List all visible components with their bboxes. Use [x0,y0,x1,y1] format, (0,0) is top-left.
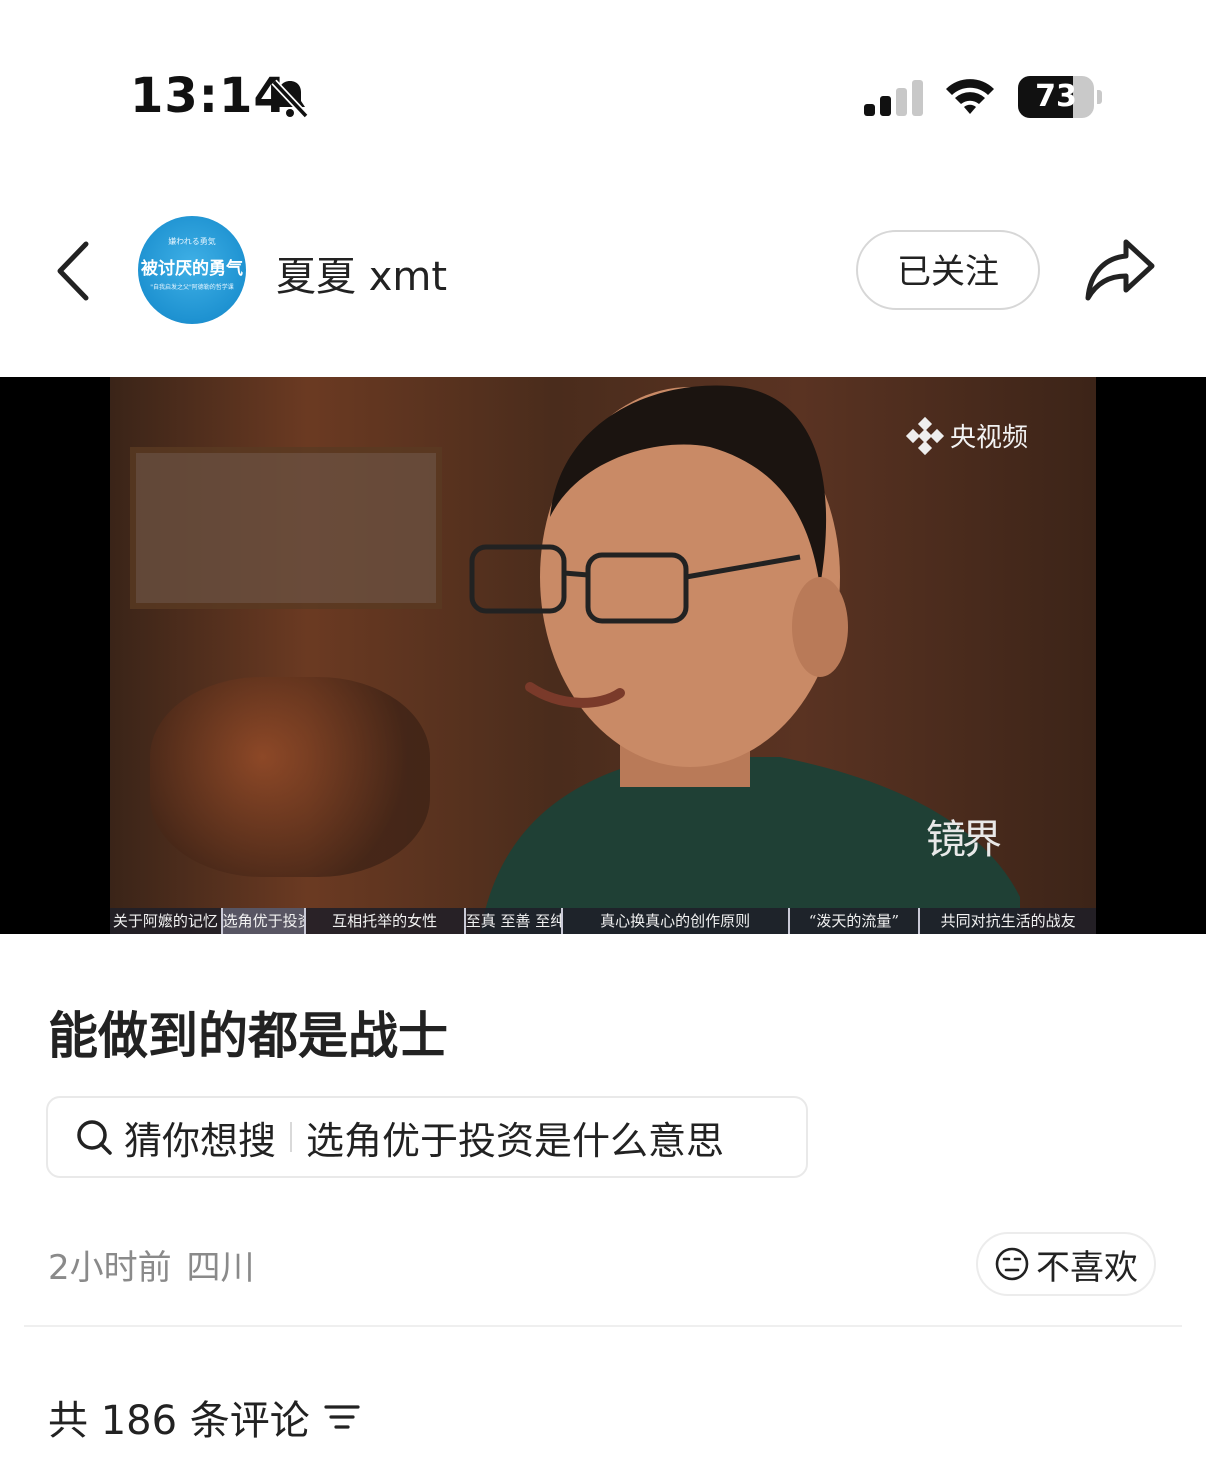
background-decor [150,677,430,877]
chapter-item[interactable]: 至真 至善 至纯 [466,908,563,934]
suggest-divider [290,1122,293,1152]
dislike-label: 不喜欢 [1036,1247,1138,1288]
battery-percent: 73 [1035,79,1077,114]
cctv-video-watermark: 央视频 [905,416,1029,455]
back-chevron-icon[interactable] [50,238,94,304]
video-player[interactable]: 央视频 镜界 关于阿嬷的记忆 选角优于投资 互相托举的女性 至真 至善 至纯 真… [0,377,1206,934]
bell-slash-icon [271,79,309,119]
battery-indicator: 73 [1018,76,1102,118]
post-time: 2小时前 [48,1248,172,1288]
battery-cap [1097,90,1102,104]
video-frame: 央视频 镜界 关于阿嬷的记忆 选角优于投资 互相托举的女性 至真 至善 至纯 真… [110,377,1096,934]
comments-header: 共 186 条评论 [48,1388,362,1446]
comment-count: 共 186 条评论 [48,1398,310,1444]
username[interactable]: 夏夏 xmt [276,244,447,302]
avatar[interactable]: 嫌われる勇気 被讨厌的勇气 "自我启发之父"阿德勒的哲学课 [138,216,246,324]
chapter-item-active[interactable]: 选角优于投资 [222,908,306,934]
post-location: 四川 [186,1248,255,1288]
cellular-signal-icon [864,80,923,116]
watermark-text: 央视频 [950,423,1029,453]
chapter-item[interactable]: 真心换真心的创作原则 [563,908,790,934]
wifi-icon [946,79,994,114]
suggest-query: 选角优于投资是什么意思 [306,1118,725,1163]
suggest-label: 猜你想搜 [124,1118,277,1163]
post-title: 能做到的都是战士 [48,1007,448,1065]
share-arrow-icon[interactable] [1082,234,1156,304]
sort-filter-icon[interactable] [322,1399,362,1435]
chapter-item[interactable]: 互相托举的女性 [306,908,466,934]
watermark-logo-icon [905,416,945,455]
section-divider [24,1325,1182,1327]
search-suggestion[interactable]: 猜你想搜 选角优于投资是什么意思 [46,1096,808,1178]
battery-icon: 73 [1018,76,1094,118]
avatar-title: 被讨厌的勇气 [141,259,243,279]
chapter-item[interactable]: 关于阿嬷的记忆 [110,908,223,934]
chapter-item[interactable]: “泼天的流量” [790,908,921,934]
background-painting [130,447,442,609]
search-icon [77,1120,112,1155]
program-logo: 镜界 [926,817,1002,863]
chapter-bar: 关于阿嬷的记忆 选角优于投资 互相托举的女性 至真 至善 至纯 真心换真心的创作… [110,908,1096,934]
status-time: 13:14 [130,68,288,124]
avatar-subtitle: "自我启发之父"阿德勒的哲学课 [150,284,234,291]
follow-button[interactable]: 已关注 [856,230,1040,310]
dislike-button[interactable]: 不喜欢 [976,1232,1156,1296]
chapter-item[interactable]: 共同对抗生活的战友 [920,908,1096,934]
neutral-face-icon [995,1247,1029,1281]
post-meta: 2小时前 四川 [48,1240,254,1289]
avatar-small-text: 嫌われる勇気 [168,237,216,246]
